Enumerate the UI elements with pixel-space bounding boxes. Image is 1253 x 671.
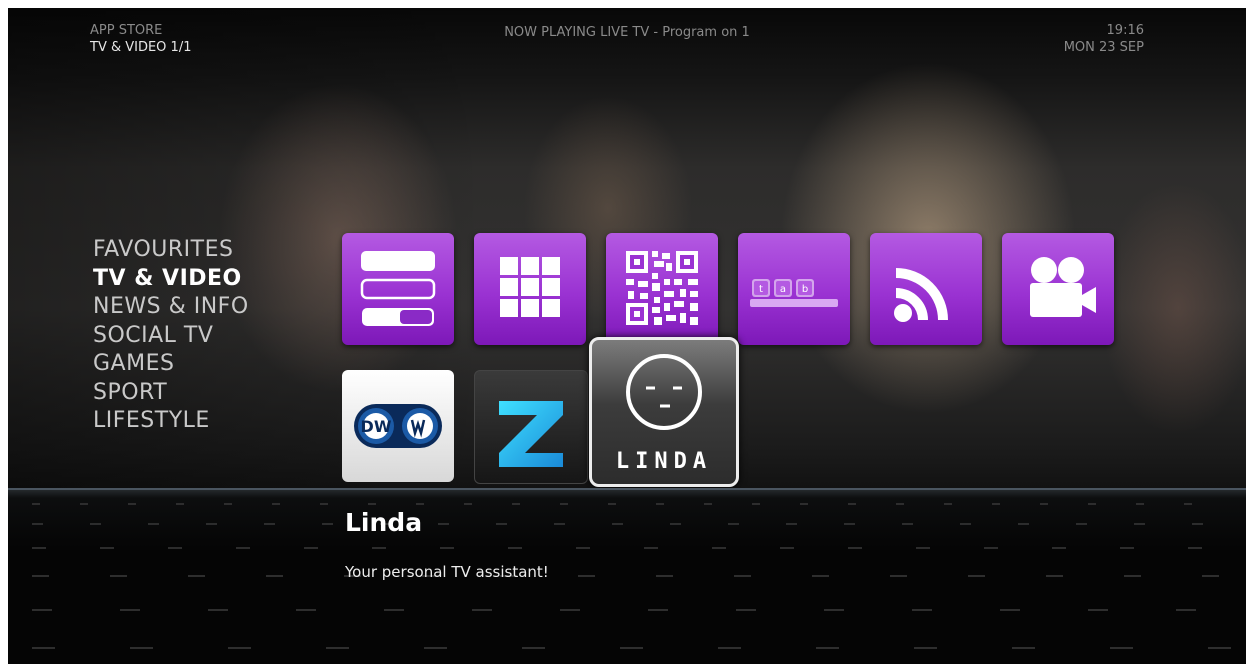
tab-icon: t a b [750,279,838,307]
clock-date: MON 23 SEP [1063,40,1144,55]
app-tile-tab[interactable]: t a b [738,233,850,345]
detail-description: Your personal TV assistant! [345,563,549,581]
app-tile-linda-selected[interactable]: LINDA [589,337,739,487]
grid-icon [500,257,560,317]
dw-logo-icon: DW [354,404,442,448]
menu-item-sport[interactable]: SPORT [93,379,249,408]
zattoo-logo-text: Z [475,371,476,372]
tab-letter-t: t [759,284,763,295]
category-menu: FAVOURITES TV & VIDEO NEWS & INFO SOCIAL… [93,236,249,436]
app-tile-grid[interactable] [474,233,586,345]
menu-item-favourites[interactable]: FAVOURITES [93,236,249,265]
menu-item-news-info[interactable]: NEWS & INFO [93,293,249,322]
menu-item-social-tv[interactable]: SOCIAL TV [93,322,249,351]
app-tile-zattoo[interactable]: Z [474,370,588,484]
tab-letter-a: a [780,284,786,295]
app-tile-rss[interactable] [870,233,982,345]
menu-item-games[interactable]: GAMES [93,350,249,379]
menu-item-lifestyle[interactable]: LIFESTYLE [93,407,249,436]
linda-face-icon: LINDA [616,354,712,474]
tab-letter-b: b [802,284,808,295]
clock-time: 19:16 [1106,23,1144,38]
dw-logo-text: DW [361,417,392,436]
video-camera-icon [1030,257,1096,317]
tv-screen: APP STORE TV & VIDEO 1/1 NOW PLAYING LIV… [8,8,1246,664]
app-tile-settings[interactable] [342,233,454,345]
app-tile-qr[interactable] [606,233,718,345]
linda-label: LINDA [616,449,712,474]
floor-grid [8,488,1246,649]
category-page: TV & VIDEO 1/1 [90,40,192,55]
zattoo-logo-icon: Z [475,371,563,467]
qr-code-icon [626,251,698,325]
floor-reflection [8,488,1246,664]
menu-item-tv-video[interactable]: TV & VIDEO [93,265,249,294]
clock: 19:16 MON 23 SEP [1064,22,1144,56]
now-playing-text: NOW PLAYING LIVE TV - Program on 1 [504,25,750,40]
app-tile-video[interactable] [1002,233,1114,345]
app-tile-dw[interactable]: DW [342,370,454,482]
rss-icon [894,268,948,322]
settings-panel-icon [360,251,436,326]
detail-title: Linda [345,508,423,537]
